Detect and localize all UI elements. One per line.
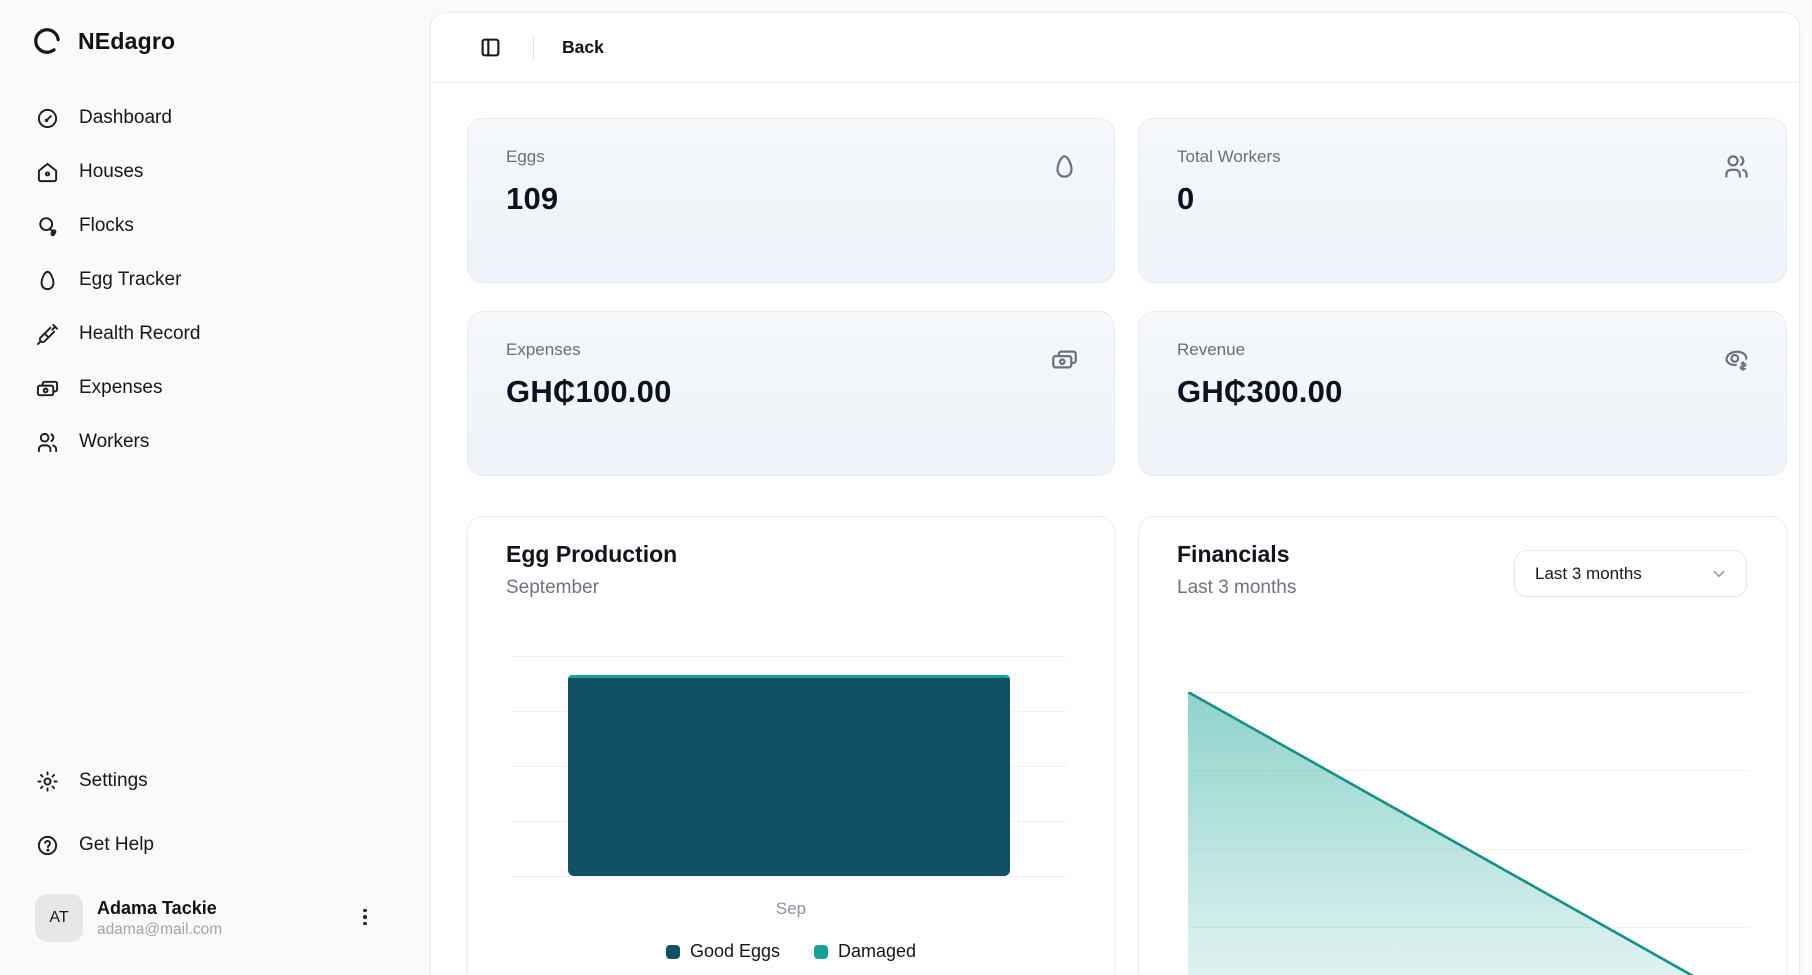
stat-card-eggs: Eggs 109 bbox=[467, 118, 1115, 283]
chevron-down-icon bbox=[1710, 565, 1728, 583]
sidebar-nav: Dashboard Houses Flocks Egg Tracker Heal… bbox=[0, 91, 430, 469]
sidebar-item-expenses[interactable]: Expenses bbox=[0, 361, 430, 415]
stat-card-total-workers: Total Workers 0 bbox=[1138, 118, 1787, 283]
stacked-bar-sep[interactable] bbox=[568, 675, 1010, 876]
sidebar-footer-nav: Settings Get Help bbox=[0, 754, 430, 872]
egg-production-subtitle: September bbox=[506, 577, 599, 598]
egg-icon bbox=[1051, 153, 1078, 180]
stat-label: Total Workers bbox=[1177, 147, 1281, 166]
back-button[interactable]: Back bbox=[562, 37, 604, 58]
sidebar-item-egg-tracker[interactable]: Egg Tracker bbox=[0, 253, 430, 307]
legend-label: Good Eggs bbox=[689, 941, 780, 961]
users-icon bbox=[1723, 153, 1750, 180]
user-email: adama@mail.com bbox=[97, 920, 223, 938]
banknotes-icon bbox=[36, 377, 59, 400]
main-panel: Back Eggs 109 Total Workers 0 Expenses G… bbox=[430, 12, 1800, 975]
help-circle-icon bbox=[36, 834, 59, 857]
financials-title: Financials bbox=[1177, 541, 1290, 567]
egg-production-card: Egg Production September Sep Good Eggs D… bbox=[467, 516, 1115, 975]
stat-value: GH₵300.00 bbox=[1177, 374, 1343, 409]
sidebar-item-dashboard[interactable]: Dashboard bbox=[0, 91, 430, 145]
financials-subtitle: Last 3 months bbox=[1177, 577, 1297, 598]
user-name: Adama Tackie bbox=[97, 897, 217, 918]
eye-dollar-icon bbox=[1723, 346, 1750, 373]
sidebar-item-label: Egg Tracker bbox=[79, 269, 182, 290]
banknotes-icon bbox=[1051, 346, 1078, 373]
good-eggs-swatch bbox=[665, 944, 680, 959]
sidebar-item-label: Flocks bbox=[79, 215, 134, 236]
panel-left-icon bbox=[481, 38, 499, 57]
gear-icon bbox=[36, 770, 59, 793]
sidebar-item-label: Expenses bbox=[79, 377, 163, 398]
home-icon bbox=[36, 161, 59, 184]
sidebar-item-workers[interactable]: Workers bbox=[0, 415, 430, 469]
topbar: Back bbox=[431, 13, 1799, 83]
stat-card-expenses: Expenses GH₵100.00 bbox=[467, 311, 1115, 476]
sidebar-item-get-help[interactable]: Get Help bbox=[0, 818, 430, 872]
stat-value: 109 bbox=[506, 181, 559, 216]
egg-production-title: Egg Production bbox=[506, 541, 678, 567]
gauge-icon bbox=[36, 107, 59, 130]
stat-value: GH₵100.00 bbox=[506, 374, 672, 409]
topbar-divider bbox=[533, 35, 534, 60]
users-icon bbox=[36, 431, 59, 454]
egg-icon bbox=[36, 269, 59, 292]
sidebar-toggle-button[interactable] bbox=[473, 31, 507, 65]
syringe-icon bbox=[36, 323, 59, 346]
sidebar-item-label: Settings bbox=[79, 770, 148, 791]
avatar: AT bbox=[35, 894, 83, 942]
sidebar-item-label: Workers bbox=[79, 431, 150, 452]
sidebar-item-houses[interactable]: Houses bbox=[0, 145, 430, 199]
sidebar: NEdagro Dashboard Houses Flocks Egg Trac… bbox=[0, 0, 430, 975]
sidebar-item-health-record[interactable]: Health Record bbox=[0, 307, 430, 361]
kebab-menu-icon[interactable] bbox=[353, 903, 377, 931]
app-logo[interactable]: NEdagro bbox=[32, 26, 175, 56]
user-menu[interactable]: AT Adama Tackie adama@mail.com bbox=[35, 893, 405, 943]
damaged-swatch bbox=[814, 944, 828, 959]
sidebar-item-label: Houses bbox=[79, 161, 144, 182]
stat-label: Eggs bbox=[506, 147, 545, 166]
stat-label: Revenue bbox=[1177, 340, 1246, 359]
range-select[interactable]: Last 3 months bbox=[1514, 550, 1747, 597]
legend-good-eggs: Good Eggs bbox=[665, 941, 780, 962]
nedagro-logo-icon bbox=[32, 26, 62, 56]
drumstick-icon bbox=[36, 215, 59, 238]
sidebar-item-settings[interactable]: Settings bbox=[0, 754, 430, 808]
sidebar-item-label: Health Record bbox=[79, 323, 201, 344]
financials-chart bbox=[1188, 692, 1750, 975]
x-axis-tick: Sep bbox=[775, 899, 807, 918]
sidebar-item-label: Dashboard bbox=[79, 107, 172, 128]
legend-label: Damaged bbox=[838, 941, 917, 961]
chart-legend: Good Eggs Damaged bbox=[468, 941, 1114, 962]
legend-damaged: Damaged bbox=[814, 941, 916, 962]
financials-card: Financials Last 3 months Last 3 months bbox=[1138, 516, 1787, 975]
sidebar-item-flocks[interactable]: Flocks bbox=[0, 199, 430, 253]
stat-label: Expenses bbox=[506, 340, 581, 359]
range-select-value: Last 3 months bbox=[1535, 563, 1642, 583]
sidebar-item-label: Get Help bbox=[79, 834, 154, 855]
app-title: NEdagro bbox=[78, 27, 176, 54]
stat-card-revenue: Revenue GH₵300.00 bbox=[1138, 311, 1787, 476]
egg-production-chart bbox=[512, 656, 1067, 877]
stat-value: 0 bbox=[1177, 181, 1195, 216]
